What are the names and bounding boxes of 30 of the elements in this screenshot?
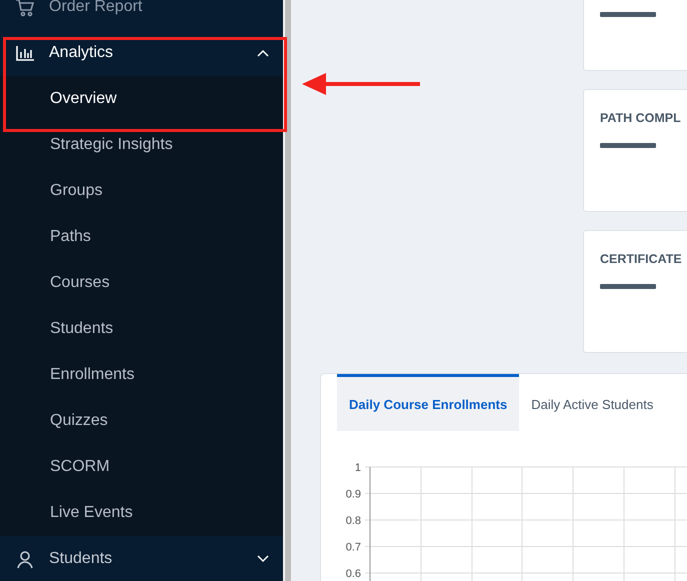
submenu-item[interactable]: Quizzes bbox=[0, 398, 283, 444]
submenu-item[interactable]: Overview bbox=[0, 76, 283, 122]
y-axis-label: 1 bbox=[354, 462, 361, 474]
y-axis-label: 0.7 bbox=[346, 542, 361, 554]
bar-chart-icon bbox=[15, 43, 35, 63]
chart-tab[interactable]: Daily Course Enrollments bbox=[337, 374, 520, 431]
card-title: CERTIFICATE bbox=[600, 252, 683, 266]
chevron-down-icon bbox=[257, 555, 269, 563]
y-axis-label: 0.9 bbox=[346, 488, 361, 500]
sidebar-item[interactable]: Analytics bbox=[0, 30, 283, 76]
submenu-item[interactable]: Enrollments bbox=[0, 352, 283, 398]
submenu-item[interactable]: SCORM bbox=[0, 444, 283, 490]
submenu-item[interactable]: Live Events bbox=[0, 490, 283, 536]
submenu-item[interactable]: Students bbox=[0, 306, 283, 352]
chart-tab[interactable]: Daily Active Students bbox=[519, 374, 666, 431]
person-icon bbox=[15, 549, 35, 569]
card-title: PATH COMPL bbox=[600, 111, 682, 125]
submenu-item[interactable]: Courses bbox=[0, 260, 283, 306]
cart-icon bbox=[15, 0, 35, 17]
scrollbar-thumb[interactable] bbox=[285, 0, 291, 581]
empty-value-dash bbox=[600, 143, 656, 148]
y-axis-label: 0.6 bbox=[346, 568, 361, 580]
y-axis-label: 0.8 bbox=[346, 515, 361, 527]
submenu-item[interactable]: Groups bbox=[0, 168, 283, 214]
empty-value-dash bbox=[600, 12, 656, 17]
submenu-item[interactable]: Strategic Insights bbox=[0, 122, 283, 168]
empty-value-dash bbox=[600, 284, 656, 289]
chevron-up-icon bbox=[257, 49, 269, 57]
submenu-item[interactable]: Paths bbox=[0, 214, 283, 260]
sidebar-item[interactable]: Students bbox=[0, 536, 283, 581]
